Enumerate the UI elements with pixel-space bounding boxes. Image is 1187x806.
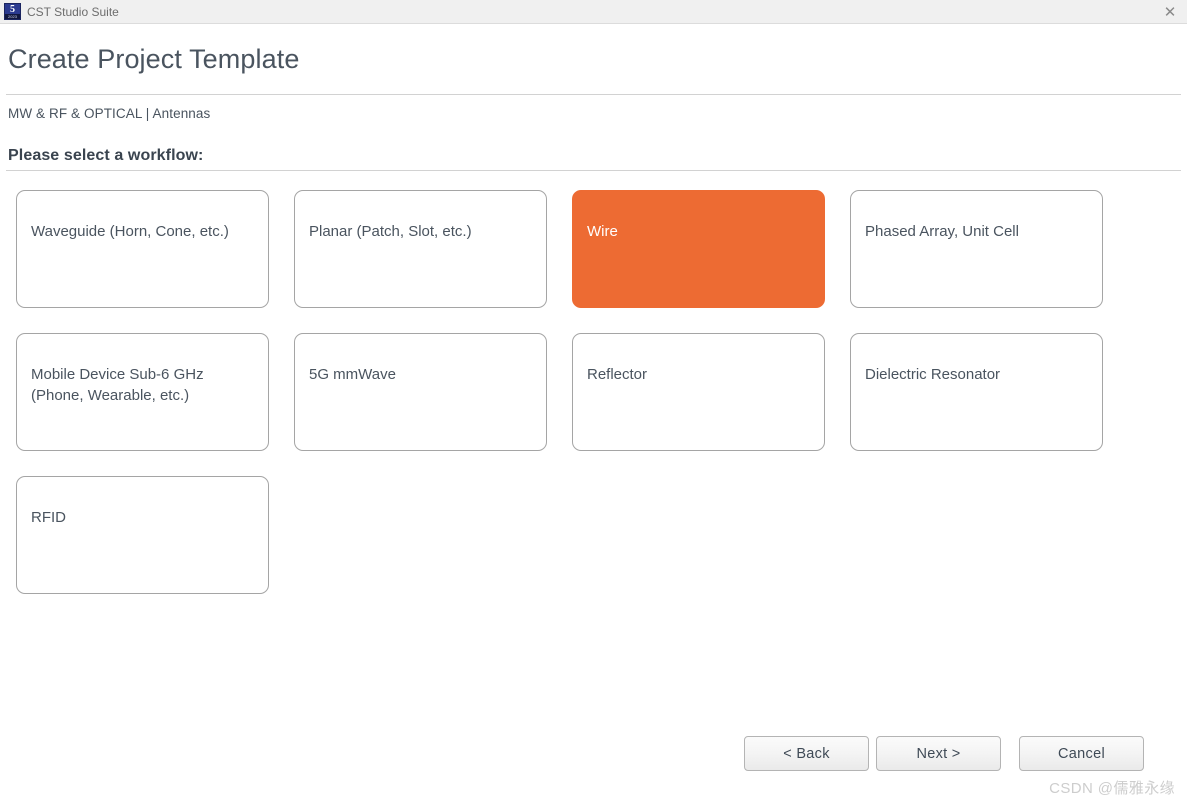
- breadcrumb: MW & RF & OPTICAL | Antennas: [8, 106, 211, 121]
- watermark: CSDN @儒雅永缘: [1049, 780, 1175, 797]
- workflow-card-rfid[interactable]: RFID: [16, 476, 269, 594]
- next-button[interactable]: Next >: [876, 736, 1001, 771]
- cst-app-icon: 5 2023: [4, 3, 21, 20]
- close-icon[interactable]: ✕: [1153, 0, 1187, 24]
- workflow-card-mobile-device[interactable]: Mobile Device Sub-6 GHz (Phone, Wearable…: [16, 333, 269, 451]
- workflow-card-wire[interactable]: Wire: [572, 190, 825, 308]
- workflow-card-phased-array[interactable]: Phased Array, Unit Cell: [850, 190, 1103, 308]
- workflow-card-5g-mmwave[interactable]: 5G mmWave: [294, 333, 547, 451]
- workflow-grid: Waveguide (Horn, Cone, etc.) Planar (Pat…: [0, 171, 1120, 594]
- section-title: Please select a workflow:: [8, 147, 204, 164]
- cancel-button[interactable]: Cancel: [1019, 736, 1144, 771]
- workflow-card-planar[interactable]: Planar (Patch, Slot, etc.): [294, 190, 547, 308]
- workflow-card-dielectric-resonator[interactable]: Dielectric Resonator: [850, 333, 1103, 451]
- workflow-card-waveguide[interactable]: Waveguide (Horn, Cone, etc.): [16, 190, 269, 308]
- back-button[interactable]: < Back: [744, 736, 869, 771]
- footer-button-bar: < Back Next > Cancel: [0, 736, 1187, 772]
- app-icon-year: 2023: [5, 14, 20, 19]
- window-titlebar: 5 2023 CST Studio Suite ✕: [0, 0, 1187, 24]
- workflow-card-reflector[interactable]: Reflector: [572, 333, 825, 451]
- page-title: Create Project Template: [8, 44, 300, 74]
- window-title: CST Studio Suite: [27, 4, 119, 19]
